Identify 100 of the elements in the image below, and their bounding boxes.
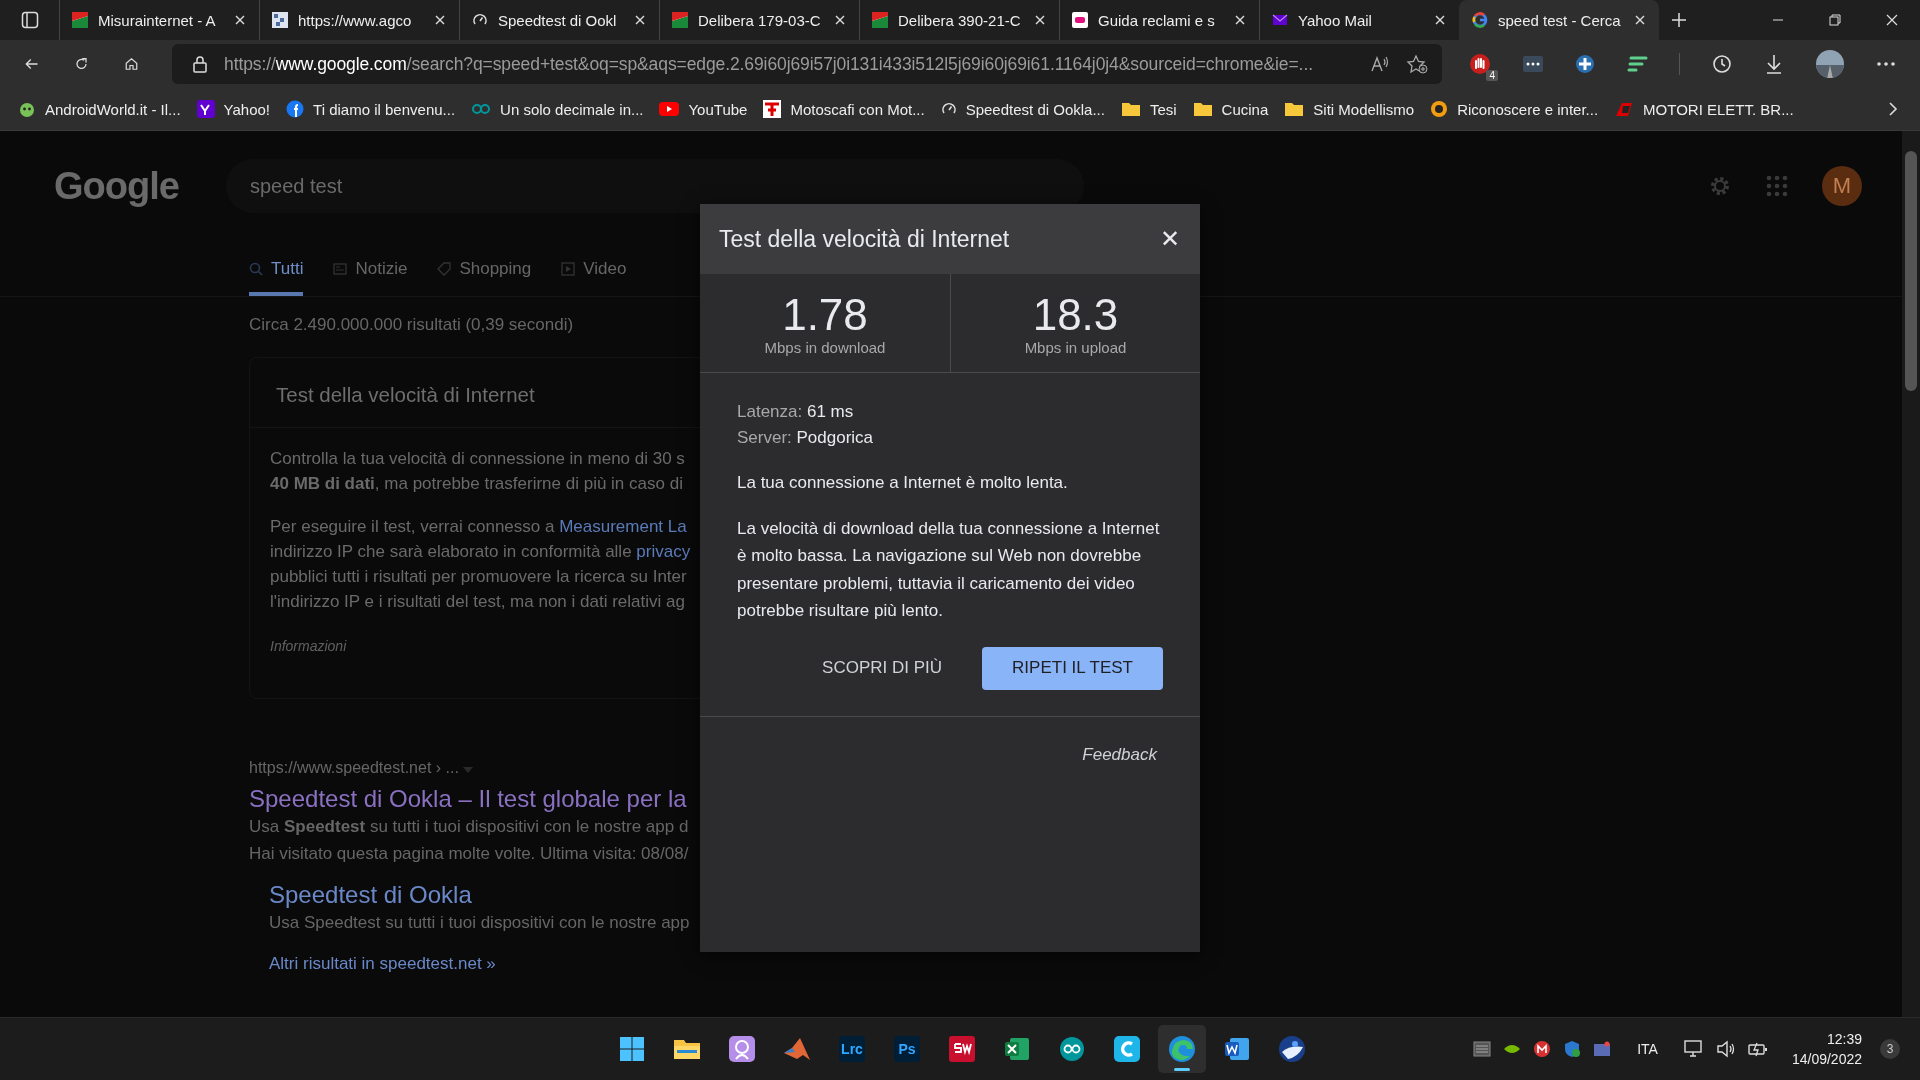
language-indicator[interactable]: ITA <box>1637 1041 1658 1057</box>
count-badge: 4 <box>1486 70 1498 81</box>
peak-logo-icon[interactable] <box>783 1036 811 1062</box>
bookmark-item[interactable]: Ti diamo il benvenu... <box>286 100 456 118</box>
address-bar[interactable]: https://www.google.com/search?q=speed+test&oq=sp&aqs=edge.2.69i60j69i57j0i131i433i512l5j69i60j69i61.1164j0j4&sourceid=chrome&ie=... <box>172 44 1442 84</box>
search-field[interactable]: speed test <box>226 159 1084 213</box>
cross-circle-icon[interactable] <box>1575 54 1595 74</box>
bookmark-item[interactable]: Yahoo! <box>196 100 271 118</box>
app-icon[interactable]: Lrc <box>839 1036 865 1062</box>
volume-icon[interactable] <box>1715 1040 1736 1058</box>
bookmark-item[interactable]: Motoscafi con Mot... <box>763 100 925 118</box>
retest-button[interactable]: RIPETI IL TEST <box>982 646 1163 690</box>
app-icon[interactable]: Ps <box>894 1036 920 1062</box>
globe-icon[interactable] <box>1278 1035 1306 1063</box>
more-results-link[interactable]: Altri risultati in speedtest.net » <box>269 954 700 974</box>
windows-logo-icon[interactable] <box>619 1036 645 1062</box>
clock[interactable]: 12:39 14/09/2022 <box>1791 1029 1862 1069</box>
chevron-right-icon[interactable] <box>1888 101 1898 117</box>
speed-value: 18.3 <box>1032 290 1119 339</box>
read-aloud-icon[interactable] <box>1370 55 1390 73</box>
spreadsheet-app-icon[interactable] <box>1004 1036 1030 1062</box>
bookmark-item[interactable]: Speedtest di Ookla... <box>940 100 1105 118</box>
document-app-icon[interactable] <box>1224 1036 1250 1062</box>
description-line: Controlla la tua velocità di connessione in meno di 30 s <box>270 448 686 470</box>
profile-app-icon[interactable] <box>729 1036 755 1062</box>
bookmark-item[interactable]: Cucina <box>1192 100 1269 118</box>
detail-line: Latenza: 61 ms <box>737 401 855 423</box>
sitelink-snippet: Usa Speedtest su tutti i tuoi dispositivi con le nostre app <box>269 912 691 934</box>
facebook-logo-icon <box>286 100 305 118</box>
profile-avatar-icon[interactable] <box>1815 49 1845 79</box>
folder-icon <box>1284 101 1305 117</box>
learn-more-button[interactable]: SCOPRI DI PIÙ <box>812 646 953 690</box>
bookmark-item[interactable]: Riconoscere e inter... <box>1430 100 1599 118</box>
stripes-icon[interactable] <box>1626 54 1648 74</box>
bookmark-item[interactable]: YouTube <box>659 100 748 118</box>
url-text: https://www.google.com/search?q=speed+test&oq=sp&aqs=edge.2.69i60j69i57j0i131i433i512l5j69i60j69i61.1164j0j4&sourceid=chrome&ie=... <box>224 53 1314 75</box>
grid-icon <box>272 12 288 28</box>
edge-browser-icon[interactable] <box>1168 1035 1196 1063</box>
tab-actions-icon[interactable] <box>21 11 39 29</box>
sky-logo-icon <box>1072 12 1088 28</box>
robot-face-icon <box>18 100 36 118</box>
keyboard-icon[interactable] <box>1473 1041 1492 1057</box>
time-text: 12:39 <box>1826 1030 1862 1049</box>
folder-icon[interactable] <box>673 1037 701 1061</box>
hand-icon[interactable] <box>1469 53 1491 75</box>
notification-badge[interactable]: 3 <box>1880 1039 1900 1059</box>
restore-icon[interactable] <box>1829 14 1841 26</box>
account-avatar[interactable]: M <box>1822 166 1862 206</box>
dots-box-icon[interactable] <box>1522 55 1544 73</box>
g-logo-icon <box>1472 12 1488 28</box>
date-text: 14/09/2022 <box>1791 1050 1862 1069</box>
new-tab-icon[interactable] <box>1671 12 1687 28</box>
m-logo-icon[interactable] <box>1533 1040 1552 1058</box>
tag-icon <box>437 261 452 276</box>
shield-check-icon[interactable] <box>1563 1040 1582 1058</box>
battery-icon[interactable] <box>1747 1041 1768 1057</box>
download-icon[interactable] <box>1764 53 1784 75</box>
yahoo-logo-icon <box>196 100 215 118</box>
feedback-link[interactable]: Feedback <box>1082 744 1157 765</box>
browser-tab[interactable]: speed test - Cerca <box>1459 0 1659 40</box>
bookmark-item[interactable]: Un solo decimale in... <box>471 100 644 118</box>
close-icon[interactable] <box>235 15 245 25</box>
close-icon[interactable] <box>1635 15 1645 25</box>
more-icon[interactable] <box>1876 61 1896 67</box>
close-icon[interactable] <box>835 15 845 25</box>
search-tab[interactable]: Tutti <box>249 241 304 296</box>
description-line: l'indirizzo IP e i risultati del test, ma non i dati relativi ag <box>270 592 685 611</box>
close-icon[interactable] <box>1035 15 1045 25</box>
folder-icon <box>1192 101 1213 117</box>
result-url: https://www.speedtest.net › ... <box>249 759 700 777</box>
close-button[interactable]: ✕ <box>1159 225 1180 253</box>
bookmark-item[interactable]: Siti Modellismo <box>1284 100 1415 118</box>
bookmark-item[interactable]: AndroidWorld.it - Il... <box>18 100 181 118</box>
c-logo-icon[interactable] <box>1114 1036 1140 1062</box>
close-icon[interactable] <box>1886 14 1898 26</box>
google-logo[interactable]: Google <box>54 164 226 208</box>
close-icon[interactable] <box>1235 15 1245 25</box>
bookmark-item[interactable]: Tesi <box>1120 100 1177 118</box>
history-icon[interactable] <box>1711 53 1733 75</box>
description-line: indirizzo IP che sarà elaborato in conformità alle <box>270 542 633 561</box>
visit-note: Hai visitato questa pagina molte volte. Ultima visita: 08/08/ <box>249 843 690 865</box>
bookmark-item[interactable]: MOTORI ELETT. BR... <box>1614 100 1794 118</box>
result-title[interactable]: Speedtest di Ookla – Il test globale per la <box>249 785 700 813</box>
infinity-app-icon[interactable] <box>1059 1036 1085 1062</box>
speed-label: Mbps in download <box>764 338 886 356</box>
verdict-text: La tua connessione a Internet è molto lenta. <box>737 472 1069 494</box>
folder-icon <box>1120 101 1141 117</box>
favorite-add-icon[interactable] <box>1406 54 1428 74</box>
link[interactable]: Measurement La <box>559 517 687 536</box>
envelope-icon <box>1272 12 1288 28</box>
newspaper-icon <box>333 261 348 276</box>
close-icon[interactable] <box>635 15 645 25</box>
sitelink-title[interactable]: Speedtest di Ookla <box>269 881 700 909</box>
monitor-icon[interactable] <box>1683 1040 1704 1058</box>
scrollbar[interactable] <box>1902 131 1920 1017</box>
flag-icon <box>672 12 688 28</box>
link[interactable]: privacy <box>636 542 691 561</box>
solidworks-app-icon[interactable] <box>949 1036 975 1062</box>
close-icon[interactable] <box>1435 15 1445 25</box>
close-icon[interactable] <box>435 15 445 25</box>
